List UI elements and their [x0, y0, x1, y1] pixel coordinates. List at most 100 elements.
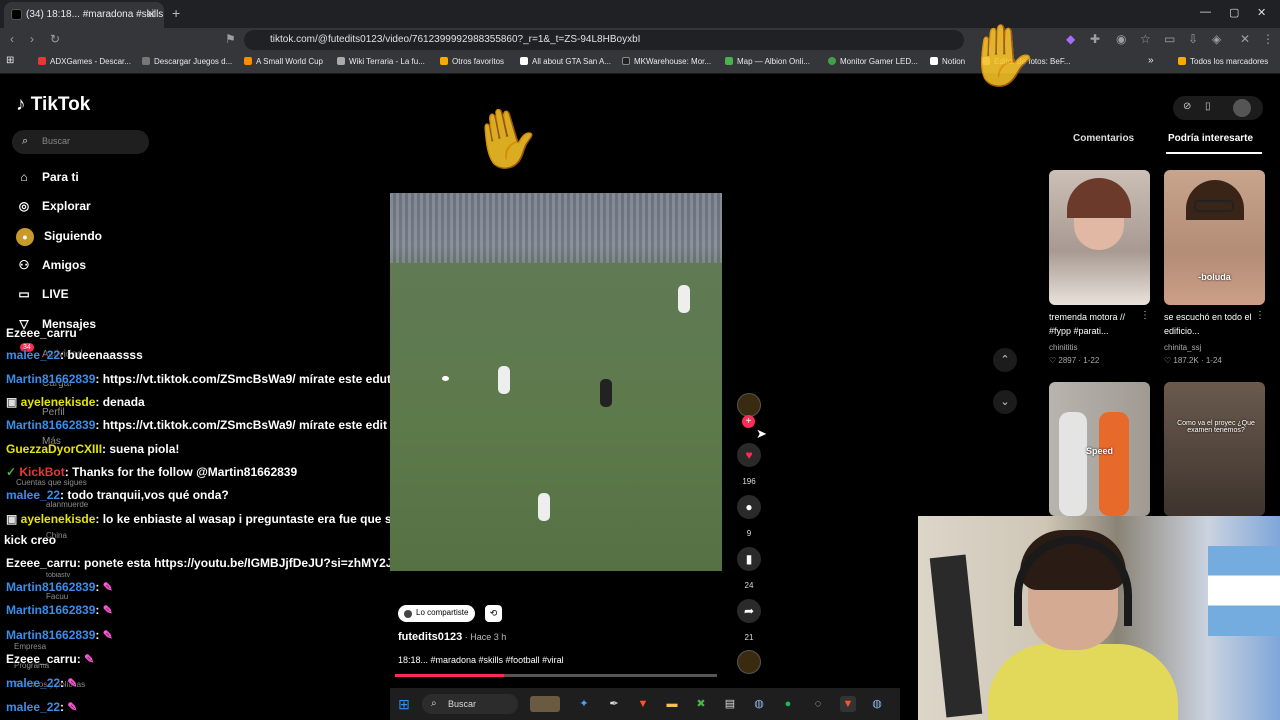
nav-live[interactable]: ▭ LIVE — [16, 287, 68, 301]
chat-message: GuezzaDyorCXIII: suena piola! — [6, 442, 180, 456]
apps-icon[interactable]: ⊞ — [6, 55, 14, 66]
chat-message: Martin81662839: ✎ — [6, 628, 113, 642]
avatar[interactable] — [1233, 99, 1251, 117]
footer-link[interactable]: Empresa — [14, 642, 46, 651]
nav-following[interactable]: ● Siguiendo — [16, 228, 102, 246]
more-options-icon[interactable]: ⋮ — [1140, 310, 1150, 321]
person-figure — [1099, 412, 1129, 516]
nav-for-you[interactable]: ⌂ Para ti — [16, 170, 78, 184]
bookmark-item[interactable]: A Small World Cup — [244, 57, 323, 66]
nav-friends[interactable]: ⚇ Amigos — [16, 258, 86, 272]
recommended-thumbnail[interactable]: -boluda — [1164, 170, 1265, 305]
bookmark-icon[interactable]: ⚑ — [225, 32, 236, 46]
tab-might-interest[interactable]: Podría interesarte — [1168, 133, 1253, 144]
video-author[interactable]: futedits0123 · Hace 3 h — [398, 631, 506, 643]
copilot-icon[interactable]: ✦ — [576, 696, 592, 712]
search-input[interactable]: ⌕ Buscar — [12, 130, 149, 154]
share-button[interactable]: ➦ — [737, 599, 761, 623]
folder-icon[interactable]: ▬ — [664, 696, 680, 712]
shield-icon[interactable]: ◈ — [1212, 32, 1221, 46]
creator-avatar[interactable] — [737, 393, 761, 417]
like-count: 196 — [742, 477, 756, 486]
sound-disc[interactable] — [737, 650, 761, 674]
recommended-thumbnail[interactable]: Como va el proyec ¿Que examen tenemos? — [1164, 382, 1265, 516]
bookmark-item[interactable]: Notion — [930, 57, 965, 66]
widget-icon[interactable] — [530, 696, 560, 712]
device-icon[interactable]: ▯ — [1205, 101, 1211, 112]
progress-fill — [395, 674, 505, 677]
app-icon[interactable]: ✒ — [606, 696, 622, 712]
comment-button[interactable]: ● — [737, 495, 761, 519]
steam-icon[interactable]: ◍ — [869, 696, 885, 712]
taskbar-search[interactable]: ⌕ Buscar — [422, 694, 518, 714]
followed-account[interactable]: tobiastv — [46, 572, 70, 579]
close-window-icon[interactable]: ✕ — [1257, 6, 1266, 19]
spotify-icon[interactable]: ● — [780, 696, 796, 712]
windows-start-icon[interactable]: ⊞ — [396, 696, 412, 712]
more-bookmarks-icon[interactable]: » — [1148, 55, 1154, 66]
follow-plus-icon[interactable]: + — [742, 415, 755, 428]
recommended-user[interactable]: chinita_ssj — [1164, 343, 1201, 352]
bookmark-item[interactable]: Monitor Gamer LED... — [828, 57, 918, 66]
bookmark-item[interactable]: ADXGames - Descar... — [38, 57, 131, 66]
app-icon[interactable]: ◌ — [810, 696, 826, 712]
next-video-button[interactable]: ⌄ — [993, 390, 1017, 414]
profile-icon[interactable]: ◉ — [1116, 32, 1126, 46]
bookmark-item[interactable]: Otros favoritos — [440, 57, 504, 66]
brave-icon[interactable]: ▼ — [635, 696, 651, 712]
puzzle-icon[interactable]: ✚ — [1090, 32, 1100, 46]
bookmark-item[interactable]: All about GTA San A... — [520, 57, 611, 66]
player-figure — [678, 285, 690, 313]
back-icon[interactable]: ‹ — [10, 32, 14, 46]
forward-icon[interactable]: › — [30, 32, 34, 46]
bookmark-folder[interactable]: Todos los marcadores — [1178, 57, 1268, 66]
bookmark-item[interactable]: Map — Albion Onli... — [725, 57, 810, 66]
chat-message: malee_22: bueenaassss — [6, 348, 143, 362]
browser-tab[interactable]: (34) 18:18... #maradona #skills ✕ — [4, 2, 164, 28]
settings-icon[interactable]: ⊘ — [1183, 101, 1191, 112]
recommended-title[interactable]: se escuchó en todo el edificio... — [1164, 310, 1264, 338]
close-tab-icon[interactable]: ✕ — [147, 8, 156, 21]
tiktok-favicon-icon — [11, 9, 22, 20]
recommended-title[interactable]: tremenda motora // #fypp #parati... — [1049, 310, 1149, 338]
thumbnail-caption: Speed — [1085, 446, 1113, 456]
steam-icon[interactable]: ◍ — [751, 696, 767, 712]
video-progress-bar[interactable] — [395, 674, 717, 677]
compass-icon: ◎ — [18, 199, 30, 213]
extension-icon[interactable]: ◆ — [1066, 32, 1075, 46]
stadium-stands — [390, 193, 722, 263]
maximize-icon[interactable]: ▢ — [1229, 6, 1239, 19]
recommended-thumbnail[interactable] — [1049, 170, 1150, 305]
bookmark-item[interactable]: Wiki Terraria - La fu... — [337, 57, 425, 66]
star-icon[interactable]: ☆ — [1140, 32, 1151, 46]
share-count: 21 — [744, 633, 754, 642]
nav-explore[interactable]: ◎ Explorar — [16, 199, 91, 213]
like-button[interactable]: ♥ — [737, 443, 761, 467]
address-bar[interactable]: tiktok.com/@futedits0123/video/761239999… — [244, 30, 964, 50]
share-icon: ➦ — [743, 604, 755, 618]
prev-video-button[interactable]: ⌃ — [993, 348, 1017, 372]
badge-icon: ▣ — [6, 512, 21, 526]
sidebar-icon[interactable]: ▭ — [1164, 32, 1175, 46]
brave-active-icon[interactable]: ▼ — [840, 696, 856, 712]
tiktok-logo[interactable]: ♪ TikTok — [16, 94, 90, 116]
recommended-user[interactable]: chinititis — [1049, 343, 1077, 352]
video-player[interactable] — [390, 193, 722, 571]
tab-comments[interactable]: Comentarios — [1073, 133, 1134, 144]
praying-hands-overlay-icon: ✋ — [965, 22, 1040, 89]
bookmark-item[interactable]: Descargar Juegos d... — [142, 57, 232, 66]
new-tab-icon[interactable]: + — [172, 5, 180, 21]
repost-icon[interactable]: ⟲ — [485, 605, 502, 622]
save-button[interactable]: ▮ — [737, 547, 761, 571]
bookmark-item[interactable]: MKWarehouse: Mor... — [622, 57, 711, 66]
more-options-icon[interactable]: ⋮ — [1255, 310, 1265, 321]
minimize-icon[interactable]: — — [1200, 6, 1211, 18]
download-icon[interactable]: ⇩ — [1188, 32, 1198, 46]
menu-icon[interactable]: ⋮ — [1262, 32, 1274, 46]
app-icon[interactable]: ▤ — [722, 696, 738, 712]
xbox-icon[interactable]: ✖ — [693, 696, 709, 712]
close-icon[interactable]: ✕ — [1240, 32, 1250, 46]
reload-icon[interactable]: ↻ — [50, 32, 60, 46]
search-icon: ⌕ — [431, 698, 437, 709]
recommended-thumbnail[interactable]: Speed — [1049, 382, 1150, 516]
